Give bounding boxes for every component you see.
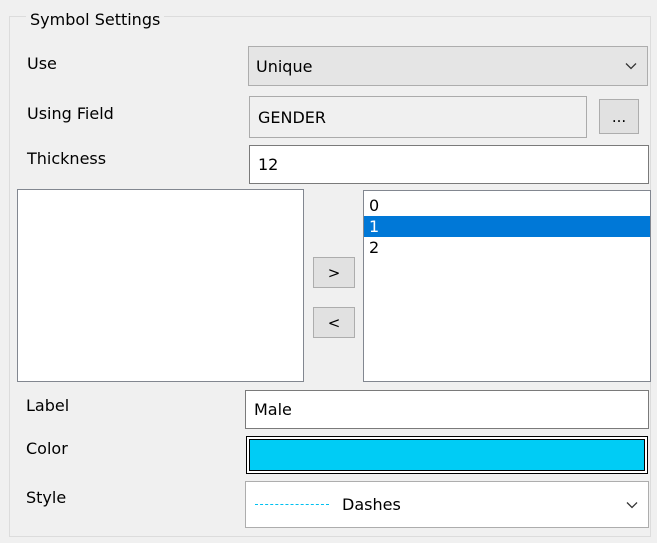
label-input[interactable]: Male bbox=[245, 390, 649, 429]
style-value: Dashes bbox=[342, 495, 401, 514]
thickness-label: Thickness bbox=[27, 149, 107, 168]
using-field-value: GENDER bbox=[258, 107, 327, 127]
use-dropdown[interactable]: Unique bbox=[248, 46, 648, 86]
chevron-down-icon bbox=[626, 501, 638, 508]
move-left-button[interactable]: < bbox=[313, 307, 355, 338]
style-label: Style bbox=[26, 488, 67, 507]
group-title: Symbol Settings bbox=[26, 10, 165, 30]
list-item-2[interactable]: 2 bbox=[364, 237, 650, 258]
list-item-0[interactable]: 0 bbox=[364, 195, 650, 216]
style-dropdown[interactable]: Dashes bbox=[245, 481, 649, 528]
color-label: Color bbox=[26, 439, 68, 458]
using-field-input[interactable]: GENDER bbox=[249, 96, 587, 138]
selected-values-list[interactable]: 0 1 2 bbox=[363, 190, 651, 382]
label-value: Male bbox=[254, 400, 292, 419]
dash-line-preview bbox=[255, 504, 329, 505]
thickness-input[interactable]: 12 bbox=[249, 145, 649, 184]
color-swatch bbox=[249, 439, 645, 471]
chevron-down-icon bbox=[625, 63, 637, 70]
use-label: Use bbox=[27, 54, 57, 73]
thickness-value: 12 bbox=[258, 155, 279, 174]
move-right-button[interactable]: > bbox=[313, 257, 355, 288]
using-field-label: Using Field bbox=[27, 104, 114, 123]
color-picker[interactable] bbox=[246, 436, 648, 474]
label-field-label: Label bbox=[26, 396, 70, 415]
use-value: Unique bbox=[256, 56, 313, 76]
list-item-1[interactable]: 1 bbox=[364, 216, 650, 237]
browse-field-button[interactable]: ... bbox=[599, 99, 639, 134]
available-values-list[interactable] bbox=[17, 189, 304, 382]
